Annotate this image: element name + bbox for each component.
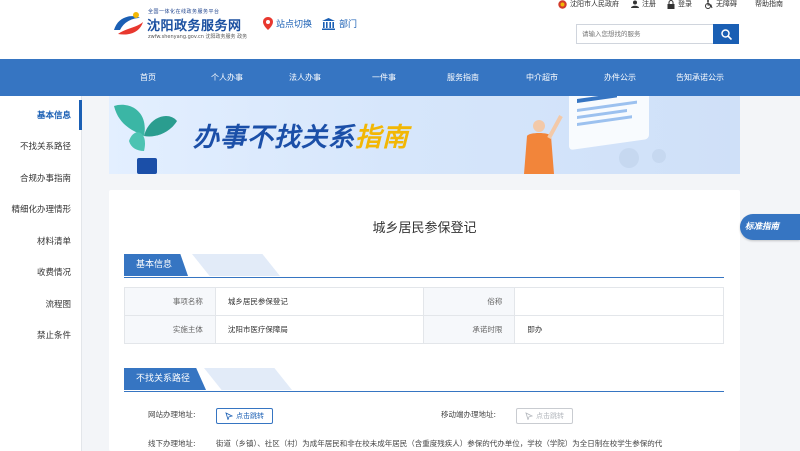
pointer-icon (525, 412, 533, 420)
mobile-address-label: 移动端办理地址: (441, 410, 497, 419)
search-input[interactable] (576, 24, 713, 44)
location-pin-icon (263, 17, 273, 30)
implementer-label: 实施主体 (124, 315, 216, 344)
alias-value (514, 287, 724, 316)
sidebar-item-basic-info[interactable]: 基本信息 (37, 109, 71, 121)
register-link[interactable]: 注册 (631, 0, 656, 9)
banner-title-highlight: 指南 (355, 123, 410, 153)
gov-link-label: 沈阳市人民政府 (570, 0, 619, 8)
nav-corporate[interactable]: 法人办事 (289, 59, 321, 96)
site-switch-button[interactable]: 站点切换 (263, 17, 312, 30)
sidebar-item-compliance-guide[interactable]: 合规办事指南 (20, 172, 71, 184)
building-icon (322, 17, 335, 30)
help-link[interactable]: 帮助指南 (755, 0, 783, 9)
sidebar-item-fees[interactable]: 收费情况 (37, 266, 71, 278)
nav-agency-market[interactable]: 中介超市 (526, 59, 558, 96)
section-tab-decoration (192, 254, 280, 276)
nav-one-thing[interactable]: 一件事 (372, 59, 396, 96)
web-address-label: 网站办理地址: (148, 410, 196, 419)
login-label: 登录 (678, 0, 692, 8)
nav-personal[interactable]: 个人办事 (211, 59, 243, 96)
time-limit-label: 承诺时限 (423, 315, 516, 344)
section-header-basic: 基本信息 (124, 254, 724, 278)
login-link[interactable]: 登录 (667, 0, 692, 9)
wheelchair-icon (705, 0, 713, 9)
table-row: 事项名称 城乡居民参保登记 俗称 (124, 287, 724, 316)
sidebar-item-detailed-cases[interactable]: 精细化办理情形 (11, 203, 71, 215)
section-header-path: 不找关系路径 (124, 368, 724, 392)
department-button[interactable]: 部门 (322, 17, 357, 30)
lock-icon (667, 0, 675, 9)
nav-case-publicity[interactable]: 办件公示 (604, 59, 636, 96)
search-button[interactable] (713, 24, 739, 44)
web-jump-button[interactable]: 点击跳转 (216, 408, 273, 424)
alias-label: 俗称 (423, 287, 516, 316)
worker-illustration (524, 96, 666, 174)
mobile-jump-button[interactable]: 点击跳转 (516, 408, 573, 424)
content-card: 城乡居民参保登记 基本信息 事项名称 城乡居民参保登记 俗称 实施主体 沈阳市医… (109, 190, 740, 451)
nav-home[interactable]: 首页 (140, 59, 156, 96)
offline-address-text: 街道（乡镇）、社区（村）为成年居民和非在校未成年居民（含重度残疾人）参保的代办单… (216, 439, 663, 448)
search-bar (576, 24, 739, 44)
section-tab-decoration (204, 368, 292, 390)
emblem-icon (558, 0, 567, 9)
mobile-jump-label: 点击跳转 (536, 412, 564, 420)
section-title-basic: 基本信息 (124, 254, 189, 276)
sidebar: 基本信息 不找关系路径 合规办事指南 精细化办理情形 材料清单 收费情况 流程图… (0, 96, 82, 451)
section-title-path: 不找关系路径 (124, 368, 207, 390)
sidebar-active-indicator (79, 100, 82, 130)
basic-info-table: 事项名称 城乡居民参保登记 俗称 实施主体 沈阳市医疗保障局 承诺时限 即办 (124, 287, 724, 344)
plant-illustration (114, 104, 177, 174)
logo-name: 沈阳政务服务网 (147, 19, 242, 34)
gov-link[interactable]: 沈阳市人民政府 (558, 0, 619, 9)
nav-commitment-publicity[interactable]: 告知承诺公示 (676, 59, 724, 96)
time-limit-value: 即办 (514, 315, 724, 344)
logo-top-text: 全国一体化在线政务服务平台 (148, 9, 220, 15)
standard-guide-badge[interactable]: 标准指南 (740, 214, 800, 240)
site-logo[interactable]: 全国一体化在线政务服务平台 沈阳政务服务网 zwfw.shenyang.gov.… (110, 8, 260, 40)
banner-title: 办事不找关系指南 (193, 117, 409, 154)
logo-icon (114, 12, 143, 35)
page-title: 城乡居民参保登记 (372, 221, 477, 236)
item-name-label: 事项名称 (124, 287, 216, 316)
pointer-icon (225, 412, 233, 420)
accessible-label: 无障碍 (716, 0, 737, 8)
web-jump-label: 点击跳转 (236, 412, 264, 420)
sidebar-item-path[interactable]: 不找关系路径 (20, 140, 71, 152)
banner: 办事不找关系指南 (109, 96, 740, 174)
main-nav: 首页 个人办事 法人办事 一件事 服务指南 中介超市 办件公示 告知承诺公示 (0, 59, 800, 96)
sidebar-item-materials[interactable]: 材料清单 (37, 235, 71, 247)
implementer-value: 沈阳市医疗保障局 (214, 315, 425, 344)
department-label: 部门 (339, 20, 358, 30)
accessible-link[interactable]: 无障碍 (704, 0, 737, 9)
search-icon (720, 28, 732, 40)
help-label: 帮助指南 (755, 0, 783, 8)
sidebar-item-prohibitions[interactable]: 禁止条件 (37, 329, 71, 341)
site-switch-label: 站点切换 (276, 20, 313, 30)
table-row: 实施主体 沈阳市医疗保障局 承诺时限 即办 (124, 315, 724, 344)
header: 全国一体化在线政务服务平台 沈阳政务服务网 zwfw.shenyang.gov.… (0, 0, 800, 59)
logo-sub-text: zwfw.shenyang.gov.cn 沈阳政务服务 政务 (148, 34, 248, 40)
user-icon (631, 0, 639, 8)
offline-address-label: 线下办理地址: (148, 439, 196, 448)
banner-title-main: 办事不找关系 (193, 123, 356, 153)
register-label: 注册 (642, 0, 656, 8)
item-name-value: 城乡居民参保登记 (214, 287, 425, 316)
nav-service-guide[interactable]: 服务指南 (447, 59, 479, 96)
sidebar-item-flowchart[interactable]: 流程图 (45, 298, 71, 310)
